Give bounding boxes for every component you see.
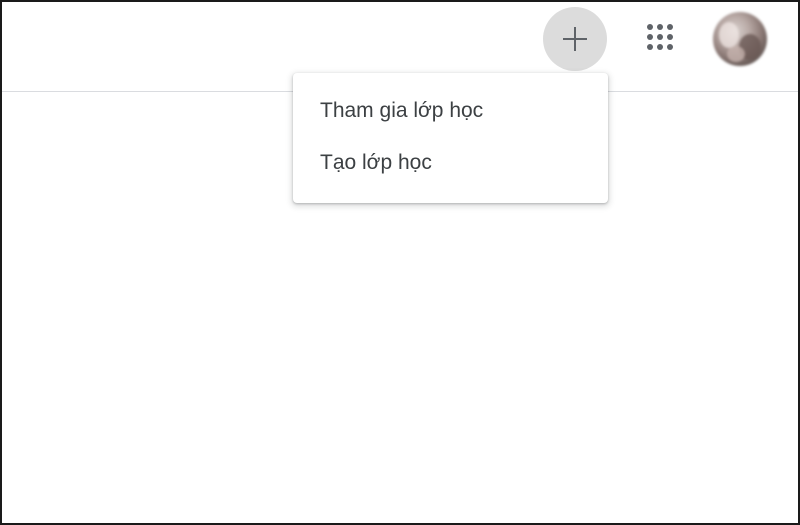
google-apps-button[interactable] [638, 17, 682, 61]
avatar-shape [727, 46, 745, 62]
menu-item-create-class[interactable]: Tạo lớp học [293, 137, 608, 189]
avatar[interactable] [713, 12, 767, 66]
avatar-shape [719, 22, 739, 48]
menu-item-label: Tạo lớp học [320, 151, 432, 174]
menu-item-join-class[interactable]: Tham gia lớp học [293, 85, 608, 137]
plus-icon [560, 24, 590, 54]
menu-item-label: Tham gia lớp học [320, 99, 484, 122]
create-or-join-class-button[interactable] [543, 7, 607, 71]
app-window: Tham gia lớp học Tạo lớp học [0, 0, 800, 525]
apps-grid-icon [646, 23, 674, 56]
create-menu: Tham gia lớp học Tạo lớp học [293, 73, 608, 203]
